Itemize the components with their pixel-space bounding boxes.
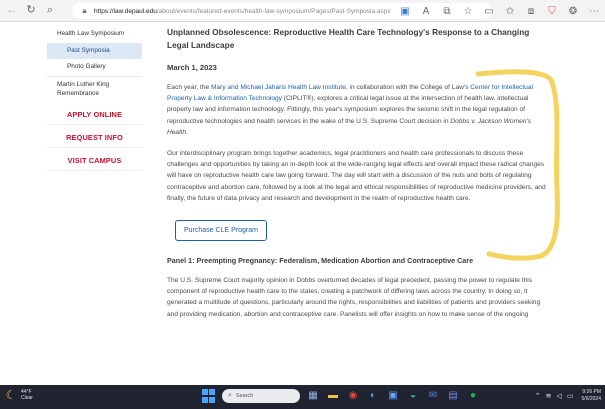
mail-icon[interactable]: ✉ (426, 389, 440, 403)
sidebar-item-past-symposia[interactable]: Past Symposia (47, 42, 142, 60)
back-arrow-icon[interactable]: ← (5, 4, 19, 18)
sidebar-item-mlk-remembrance[interactable]: Martin Luther King Remembrance (47, 75, 142, 102)
weather-desc: Clear (21, 395, 33, 401)
collections-icon[interactable]: ⧈ (524, 4, 538, 18)
spotify-icon[interactable]: ● (466, 389, 480, 403)
edge-icon[interactable]: ◐ (366, 389, 380, 403)
moon-weather-icon: ☾ (5, 388, 17, 402)
taskbar-apps: ⌕ Search ▦ ▬ ◉ ◐ ▣ ◒ ✉ ▤ ● (202, 389, 480, 403)
jaharis-institute-link[interactable]: Mary and Michael Jaharis Health Law Inst… (211, 84, 346, 91)
sidebar-nav: Health Law Symposium Past Symposia Photo… (47, 26, 142, 172)
more-menu-icon[interactable]: ⋯ (587, 4, 601, 18)
taskbar-search-box[interactable]: ⌕ Search (222, 389, 300, 403)
copilot-icon[interactable]: ❂ (566, 4, 580, 18)
volume-icon[interactable]: ◁ (557, 392, 562, 400)
news-widget-icon[interactable]: ▦ (306, 389, 320, 403)
request-info-link[interactable]: REQUEST INFO (47, 125, 142, 149)
clock-time: 9:26 PM (582, 389, 601, 395)
purchase-cle-button[interactable]: Purchase CLE Program (175, 219, 267, 241)
weather-widget[interactable]: ☾ 44°F Clear (4, 388, 33, 402)
url-text: https://law.depaul.edu/about/events/feat… (94, 8, 391, 15)
sidebar-item-photo-gallery[interactable]: Photo Gallery (47, 59, 142, 76)
page-title: Unplanned Obsolescence: Reproductive Hea… (167, 27, 530, 51)
search-label: Search (235, 393, 254, 399)
split-screen-icon[interactable]: ⧉ (440, 4, 454, 18)
intro-text-1: Each year, the (167, 83, 211, 91)
extension-icon[interactable]: ▣ (398, 4, 412, 18)
system-clock[interactable]: 9:26 PM 5/6/2024 (582, 389, 601, 402)
url-path: /about/events/featured-events/health-law… (156, 7, 391, 15)
clock-date: 5/6/2024 (581, 395, 601, 402)
chrome-icon[interactable]: ◉ (346, 389, 360, 403)
intro-text-4: . (186, 129, 188, 137)
chevron-up-icon[interactable]: ⌃ (535, 392, 541, 400)
bracket-stroke (475, 69, 560, 261)
read-aloud-icon[interactable]: A (419, 4, 433, 18)
weather-text: 44°F Clear (21, 389, 33, 402)
favorites-icon[interactable]: ✩ (503, 4, 517, 18)
edge-browser-icon[interactable]: ◒ (406, 389, 420, 403)
battery-icon[interactable]: ▭ (567, 392, 574, 400)
shield-extension-icon[interactable]: ⛉ (545, 4, 559, 18)
wifi-icon[interactable]: ≋ (546, 392, 552, 400)
highlight-bracket-annotation (475, 69, 560, 261)
search-icon[interactable]: ⌕ (43, 4, 57, 18)
tabs-icon[interactable]: ▭ (482, 4, 496, 18)
visit-campus-link[interactable]: VISIT CAMPUS (47, 148, 142, 172)
lock-icon: 🔒︎ (82, 6, 87, 15)
url-host: https://law.depaul.edu (94, 7, 157, 15)
search-icon: ⌕ (228, 392, 232, 399)
windows-start-icon[interactable] (202, 389, 216, 403)
browser-toolbar: ← ↻ ⌕ 🔒︎ https://law.depaul.edu/about/ev… (0, 0, 605, 22)
os-taskbar: ☾ 44°F Clear ⌕ Search ▦ ▬ ◉ ◐ ▣ ◒ ✉ ▤ ● ⌃… (0, 385, 605, 409)
intro-text-2: , in collaboration with the College of L… (345, 83, 471, 91)
sidebar-item-health-law-symposium[interactable]: Health Law Symposium (47, 26, 142, 43)
teams-icon[interactable]: ▤ (446, 389, 460, 403)
file-explorer-icon[interactable]: ▬ (326, 389, 340, 403)
store-icon[interactable]: ▣ (386, 389, 400, 403)
system-tray: ⌃ ≋ ◁ ▭ 9:26 PM 5/6/2024 (535, 389, 601, 402)
panel-1-description: The U.S. Supreme Court majority opinion … (167, 276, 541, 318)
apply-online-link[interactable]: APPLY ONLINE (47, 102, 142, 126)
favorite-star-icon[interactable]: ☆ (461, 4, 475, 18)
reload-icon[interactable]: ↻ (24, 4, 38, 18)
browser-actions: ▣ A ⧉ ☆ ▭ ✩ ⧈ ⛉ ❂ ⋯ (391, 4, 601, 18)
